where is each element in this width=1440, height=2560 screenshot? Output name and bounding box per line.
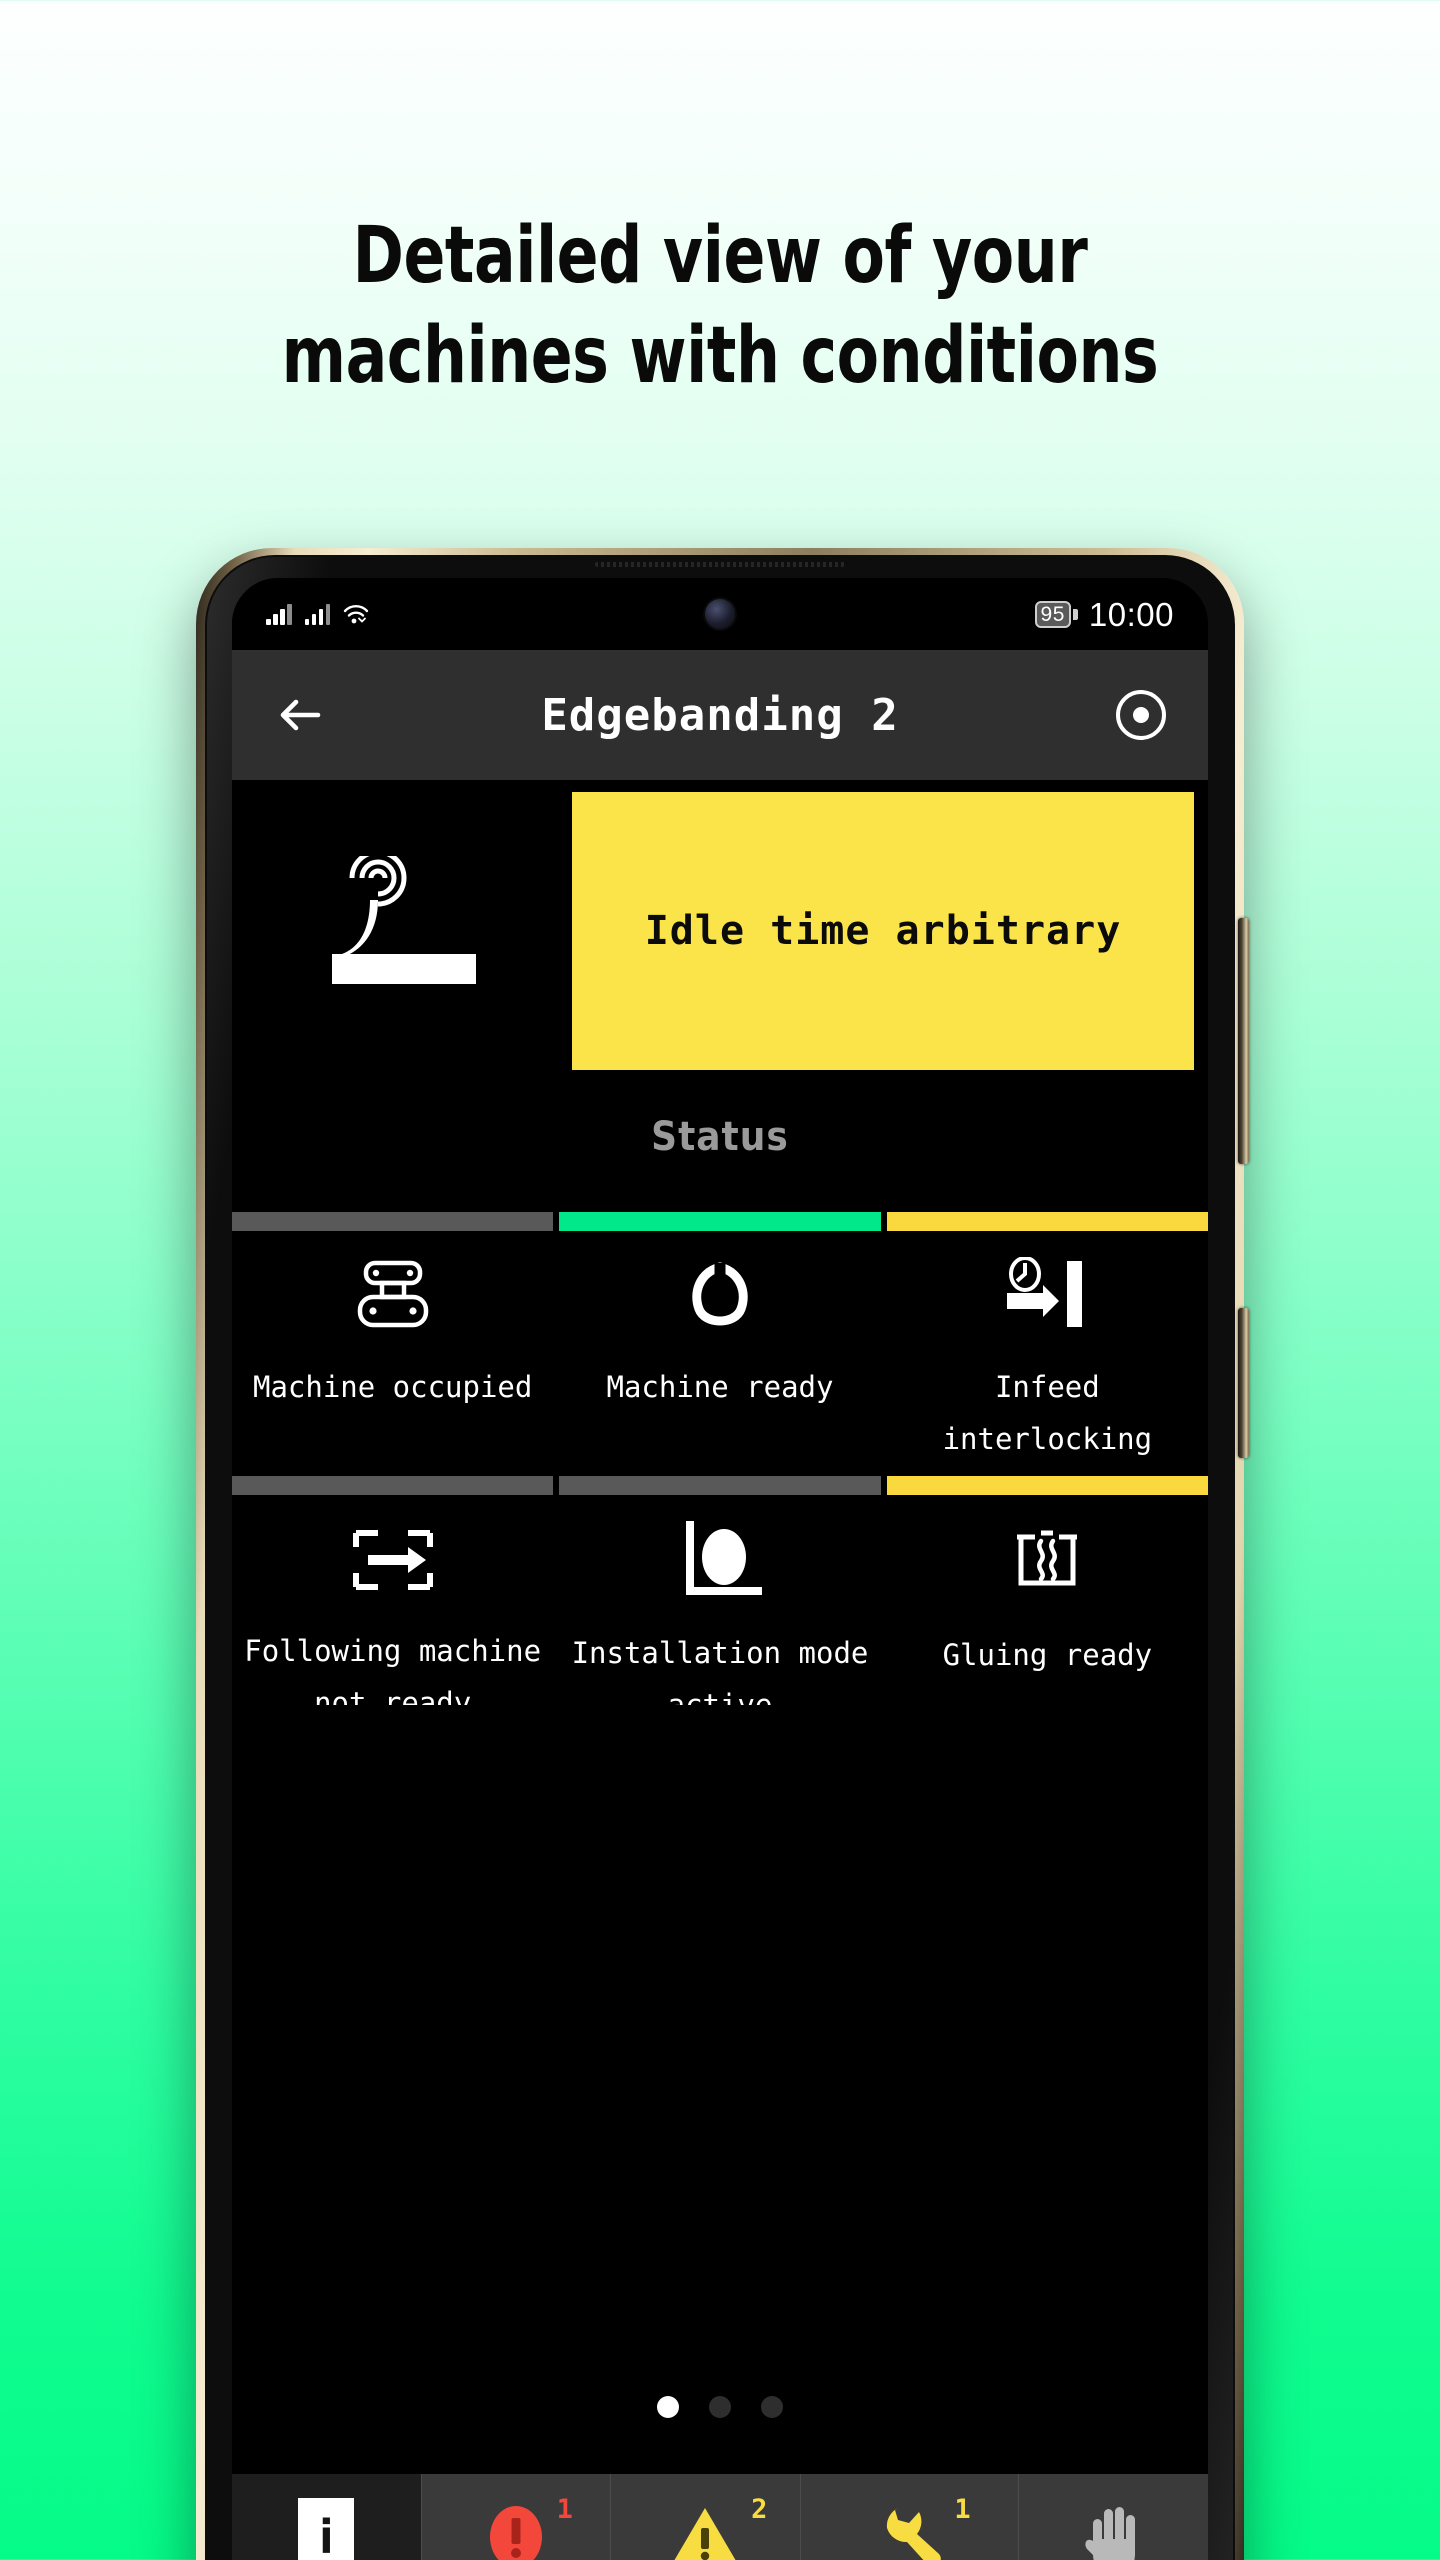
condition-status-bar [232, 1476, 554, 1495]
condition-status-bar [886, 1476, 1208, 1495]
glue-pot-icon [1007, 1521, 1087, 1603]
battery-percent-label: 95 [1034, 600, 1071, 628]
conditions-row-2: Following machine not ready Installation… [232, 1476, 1208, 1705]
condition-label: Following machine not ready [244, 1634, 542, 1705]
page-indicator [232, 2396, 1208, 2452]
info-icon: i [298, 2498, 355, 2560]
bottom-navigation: i State 1 Errors [232, 2474, 1208, 2560]
nav-item-state[interactable]: i State [232, 2474, 422, 2560]
page-dot-1[interactable] [657, 2396, 679, 2418]
condition-tile-installation-mode-active[interactable]: Installation mode active [559, 1476, 881, 1705]
volume-button[interactable] [1238, 918, 1249, 1164]
nav-item-warnings[interactable]: 2 Warnings [611, 2474, 801, 2560]
phone-screen: 95 10:00 Edgebanding 2 Idle time arbitra… [232, 578, 1208, 2560]
earpiece-speaker [595, 562, 845, 567]
warning-icon: 2 [669, 2496, 767, 2560]
battery-indicator: 95 [1034, 600, 1078, 628]
condition-label: Machine occupied [252, 1370, 533, 1404]
condition-tile-gluing-ready[interactable]: Gluing ready [886, 1476, 1208, 1705]
nav-item-maintenances[interactable]: 1 Maintenances [801, 2474, 1020, 2560]
page-dot-2[interactable] [709, 2396, 731, 2418]
condition-label: Machine ready [606, 1370, 834, 1404]
nav-item-actions[interactable]: Actions [1019, 2474, 1208, 2560]
condition-status-bar [886, 1212, 1208, 1231]
system-clock: 10:00 [1088, 595, 1174, 633]
phone-mockup: 95 10:00 Edgebanding 2 Idle time arbitra… [196, 548, 1249, 2560]
conditions-grid: Machine occupied Machine ready Infeed in… [232, 1212, 1208, 1705]
machine-hero: Idle time arbitrary [232, 780, 1208, 1070]
edgebanding-roll-icon [232, 792, 572, 1070]
system-status-bar: 95 10:00 [232, 578, 1208, 650]
condition-tile-infeed-interlocking[interactable]: Infeed interlocking [886, 1212, 1208, 1476]
signal-bars-icon-2 [304, 603, 330, 625]
condition-status-bar [559, 1212, 881, 1231]
signal-bars-icon [266, 603, 292, 625]
wifi-icon [343, 603, 369, 625]
back-arrow-icon[interactable] [272, 687, 328, 743]
battery-tip [1072, 608, 1078, 620]
condition-status-bar [232, 1212, 554, 1231]
condition-status-bar [559, 1476, 881, 1495]
condition-label: Infeed interlocking [942, 1370, 1153, 1456]
panel-ellipse-icon [674, 1521, 766, 1601]
nav-badge-warnings: 2 [751, 2494, 768, 2525]
status-section-label: Status [232, 1070, 1208, 1212]
conditions-row-1: Machine occupied Machine ready Infeed in… [232, 1212, 1208, 1476]
transfer-arrow-icon [344, 1521, 442, 1599]
nav-badge-errors: 1 [556, 2494, 573, 2525]
condition-tile-following-machine-not-ready[interactable]: Following machine not ready [232, 1476, 554, 1705]
rollers-icon [349, 1257, 437, 1335]
power-button[interactable] [1238, 1308, 1249, 1458]
app-bar: Edgebanding 2 [232, 650, 1208, 780]
nav-item-errors[interactable]: 1 Errors [422, 2474, 612, 2560]
page-title: Edgebanding 2 [541, 689, 899, 741]
promo-headline-line1: Detailed view of your [352, 211, 1088, 301]
target-circle-icon[interactable] [1114, 688, 1168, 742]
condition-tile-machine-occupied[interactable]: Machine occupied [232, 1212, 554, 1476]
condition-label: Gluing ready [942, 1638, 1153, 1672]
condition-tile-machine-ready[interactable]: Machine ready [559, 1212, 881, 1476]
camera-punch-hole [705, 599, 735, 629]
nav-badge-maintenances: 1 [954, 2494, 971, 2525]
promo-headline: Detailed view of your machines with cond… [86, 206, 1353, 406]
page-dot-3[interactable] [761, 2396, 783, 2418]
clock-arrow-bar-icon [997, 1257, 1097, 1335]
power-ring-icon [681, 1257, 759, 1335]
condition-label: Installation mode active [571, 1636, 869, 1705]
wrench-icon: 1 [875, 2496, 971, 2560]
promo-headline-line2: machines with conditions [281, 311, 1159, 401]
machine-state-banner[interactable]: Idle time arbitrary [572, 792, 1194, 1070]
hand-icon [1081, 2500, 1147, 2560]
error-icon: 1 [485, 2496, 573, 2560]
